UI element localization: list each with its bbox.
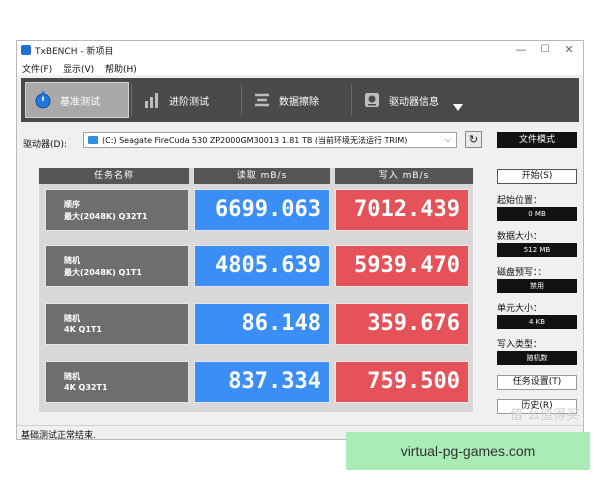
tab-drive-info[interactable]: 驱动器信息 <box>355 82 449 118</box>
task-name-cell[interactable]: 随机 最大(2048K) Q1T1 <box>45 245 189 287</box>
stopwatch-icon <box>35 91 51 109</box>
read-value: 4805.639 <box>194 245 330 287</box>
bar-chart-icon <box>145 93 158 108</box>
write-value: 5939.470 <box>335 245 469 287</box>
read-value: 86.148 <box>194 303 330 345</box>
start-position-label: 起始位置： <box>497 196 543 206</box>
drive-select[interactable]: (C:) Seagate FireCuda 530 ZP2000GM30013 … <box>83 132 457 148</box>
unit-size-label: 单元大小： <box>497 304 543 314</box>
task-params: 4K Q32T1 <box>64 383 108 392</box>
status-text: 基础测试正常结束. <box>21 431 96 440</box>
drive-select-value: (C:) Seagate FireCuda 530 ZP2000GM30013 … <box>102 136 408 145</box>
unit-size-value[interactable]: 4 KB <box>497 315 577 329</box>
toolbar-separator <box>131 84 132 116</box>
task-params: 4K Q1T1 <box>64 325 102 334</box>
tab-erase-label: 数据擦除 <box>279 96 319 108</box>
window-title: TxBENCH - 新项目 <box>35 47 114 57</box>
task-name-cell[interactable]: 顺序 最大(2048K) Q32T1 <box>45 189 189 231</box>
menu-file[interactable]: 文件(F) <box>22 62 52 75</box>
tab-benchmark[interactable]: 基准测试 <box>25 82 129 118</box>
app-icon <box>21 45 31 55</box>
prewrite-value[interactable]: 禁用 <box>497 279 577 293</box>
start-button[interactable]: 开始(S) <box>497 169 577 184</box>
drive-info-icon <box>365 93 379 107</box>
site-banner: virtual-pg-games.com <box>346 432 590 470</box>
write-value: 759.500 <box>335 361 469 403</box>
task-params: 最大(2048K) Q32T1 <box>64 212 148 221</box>
toolbar-separator <box>241 84 242 116</box>
chevron-down-icon: ⌵ <box>444 135 451 144</box>
column-header-read: 读取 mB/s <box>194 168 330 184</box>
task-type: 顺序 <box>64 200 80 209</box>
read-value: 837.334 <box>194 361 330 403</box>
toolbar-separator <box>351 84 352 116</box>
data-size-label: 数据大小： <box>497 232 543 242</box>
menu-view[interactable]: 显示(V) <box>63 62 94 75</box>
task-type: 随机 <box>64 372 80 381</box>
tab-benchmark-label: 基准测试 <box>60 96 100 108</box>
watermark: 值 么值得买 <box>510 408 580 423</box>
app-window: TxBENCH - 新项目 — ☐ ✕ 文件(F) 显示(V) 帮助(H) 基准… <box>16 40 584 440</box>
refresh-button[interactable]: ↻ <box>465 131 482 148</box>
erase-icon <box>255 93 269 107</box>
task-params: 最大(2048K) Q1T1 <box>64 268 142 277</box>
drive-label: 驱动器(D): <box>23 140 67 150</box>
column-header-write: 写入 mB/s <box>335 168 473 184</box>
write-type-value[interactable]: 随机数 <box>497 351 577 365</box>
task-type: 随机 <box>64 314 80 323</box>
benchmark-table: 任务名称 读取 mB/s 写入 mB/s 顺序 最大(2048K) Q32T1 … <box>39 168 473 412</box>
refresh-icon: ↻ <box>468 133 479 146</box>
banner-text: virtual-pg-games.com <box>400 443 536 459</box>
side-panel: 开始(S) 起始位置： 0 MB 数据大小： 512 MB 磁盘预写：： 禁用 … <box>497 41 581 439</box>
data-size-value[interactable]: 512 MB <box>497 243 577 257</box>
write-value: 359.676 <box>335 303 469 345</box>
tab-advanced-label: 进阶测试 <box>169 96 209 108</box>
write-type-label: 写入类型： <box>497 340 543 350</box>
write-value: 7012.439 <box>335 189 469 231</box>
tab-erase[interactable]: 数据擦除 <box>245 82 349 118</box>
prewrite-label: 磁盘预写：： <box>497 268 547 278</box>
tab-drive-info-label: 驱动器信息 <box>389 96 439 108</box>
task-type: 随机 <box>64 256 80 265</box>
task-name-cell[interactable]: 随机 4K Q1T1 <box>45 303 189 345</box>
task-settings-button[interactable]: 任务设置(T) <box>497 375 577 390</box>
toolbar: 基准测试 进阶测试 数据擦除 驱动器信息 <box>21 78 579 122</box>
start-position-value[interactable]: 0 MB <box>497 207 577 221</box>
drive-icon <box>88 136 98 144</box>
task-name-cell[interactable]: 随机 4K Q32T1 <box>45 361 189 403</box>
column-header-task: 任务名称 <box>39 168 189 184</box>
read-value: 6699.063 <box>194 189 330 231</box>
dropdown-arrow-icon[interactable] <box>453 104 463 111</box>
menu-help[interactable]: 帮助(H) <box>105 62 137 75</box>
tab-advanced[interactable]: 进阶测试 <box>135 82 239 118</box>
